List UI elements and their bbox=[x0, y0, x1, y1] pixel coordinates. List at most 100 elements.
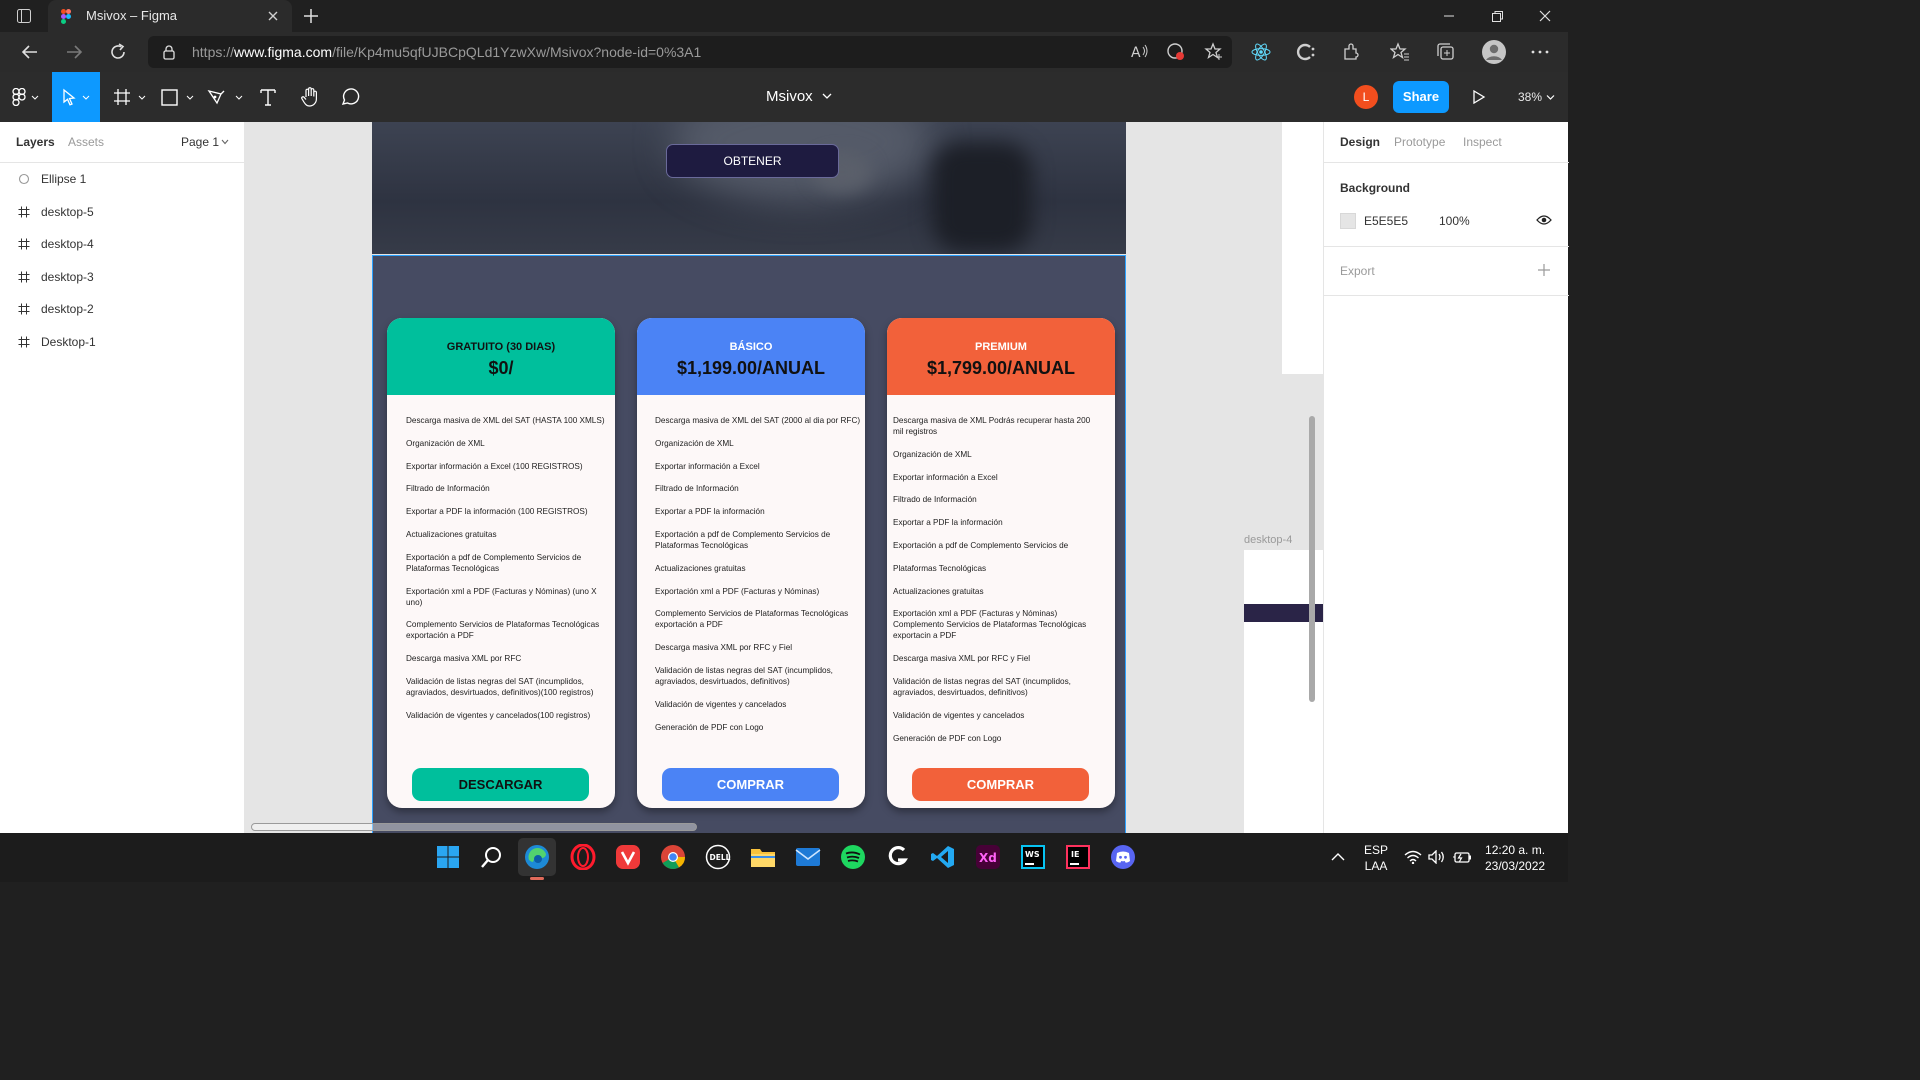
vivaldi-browser-icon[interactable] bbox=[614, 843, 642, 871]
back-icon[interactable] bbox=[20, 42, 40, 62]
chevron-down-icon[interactable] bbox=[822, 92, 832, 100]
chevron-up-icon[interactable] bbox=[1331, 852, 1345, 862]
layer-item[interactable]: desktop-4 bbox=[0, 228, 245, 261]
vscode-icon[interactable] bbox=[929, 843, 957, 871]
wifi-icon[interactable] bbox=[1404, 850, 1422, 864]
frame-tool[interactable] bbox=[110, 72, 150, 122]
zoom-level[interactable]: 38% bbox=[1518, 90, 1542, 104]
page-selector[interactable]: Page 1 bbox=[181, 135, 219, 149]
spotify-icon[interactable] bbox=[839, 843, 867, 871]
feature-item: Filtrado de Información bbox=[655, 484, 739, 494]
chrome-browser-icon[interactable] bbox=[659, 843, 687, 871]
volume-icon[interactable] bbox=[1428, 850, 1446, 864]
properties-panel: Design Prototype Inspect Background E5E5… bbox=[1323, 122, 1569, 833]
frame-label-desktop-4[interactable]: desktop-4 bbox=[1244, 534, 1292, 546]
adobe-xd-icon[interactable]: Xd bbox=[974, 843, 1002, 871]
pricing-section-frame[interactable]: GRATUITO (30 DIAS) $0/ Descarga masiva d… bbox=[372, 255, 1126, 833]
layer-item[interactable]: Desktop-1 bbox=[0, 326, 245, 359]
app-g-icon[interactable] bbox=[884, 843, 912, 871]
tab-inspect[interactable]: Inspect bbox=[1463, 135, 1502, 149]
minimize-icon[interactable] bbox=[1441, 8, 1457, 24]
pricing-card-basic[interactable]: BÁSICO $1,199.00/ANUAL Descarga masiva d… bbox=[637, 318, 865, 808]
adjacent-frame[interactable] bbox=[1282, 122, 1323, 374]
system-clock[interactable]: 12:20 a. m. 23/03/2022 bbox=[1485, 842, 1545, 874]
favorites-icon[interactable] bbox=[1390, 42, 1410, 62]
layer-item[interactable]: desktop-2 bbox=[0, 293, 245, 326]
clock-date: 23/03/2022 bbox=[1485, 859, 1546, 873]
svg-text:A: A bbox=[1131, 45, 1141, 61]
url-field[interactable]: https://www.figma.com/file/Kp4mu5qfUJBCp… bbox=[148, 36, 1232, 68]
background-opacity-value[interactable]: 100% bbox=[1439, 214, 1470, 228]
search-icon[interactable] bbox=[478, 843, 506, 871]
layer-item[interactable]: desktop-3 bbox=[0, 261, 245, 294]
tab-design[interactable]: Design bbox=[1340, 135, 1380, 149]
edge-browser-icon[interactable] bbox=[518, 838, 556, 876]
refresh-icon[interactable] bbox=[108, 42, 128, 62]
feature-list: Descarga masiva de XML Podrás recuperar … bbox=[893, 415, 1099, 755]
background-color-swatch[interactable] bbox=[1340, 213, 1356, 229]
mail-icon[interactable] bbox=[794, 843, 822, 871]
discord-icon[interactable] bbox=[1109, 843, 1137, 871]
present-play-icon[interactable] bbox=[1472, 90, 1486, 104]
descargar-button[interactable]: DESCARGAR bbox=[412, 768, 589, 801]
move-tool[interactable] bbox=[52, 72, 100, 122]
hero-section-frame[interactable]: OBTENER bbox=[372, 122, 1126, 254]
file-name[interactable]: Msivox bbox=[766, 88, 813, 105]
opera-browser-icon[interactable] bbox=[569, 843, 597, 871]
layer-item[interactable]: Ellipse 1 bbox=[0, 163, 245, 196]
main-menu-button[interactable] bbox=[6, 72, 46, 122]
react-devtools-icon[interactable] bbox=[1251, 42, 1271, 62]
profile-avatar-icon[interactable] bbox=[1482, 40, 1506, 64]
tracking-prevention-icon[interactable] bbox=[1166, 42, 1186, 62]
plan-name: BÁSICO bbox=[729, 341, 773, 353]
more-menu-icon[interactable] bbox=[1530, 42, 1550, 62]
background-hex-value[interactable]: E5E5E5 bbox=[1364, 214, 1408, 228]
zoom-chevron-icon[interactable] bbox=[1546, 94, 1555, 101]
favorite-add-icon[interactable] bbox=[1204, 42, 1224, 62]
pricing-card-premium[interactable]: PREMIUM $1,799.00/ANUAL Descarga masiva … bbox=[887, 318, 1115, 808]
windows-start-icon[interactable] bbox=[434, 843, 462, 871]
text-tool[interactable] bbox=[254, 72, 282, 122]
browser-tab-active[interactable]: Msivox – Figma bbox=[48, 0, 292, 32]
file-explorer-icon[interactable] bbox=[749, 843, 777, 871]
eye-icon[interactable] bbox=[1536, 214, 1552, 226]
restore-icon[interactable] bbox=[1489, 8, 1505, 24]
comment-tool[interactable] bbox=[336, 72, 364, 122]
dell-icon[interactable]: DELL bbox=[704, 843, 732, 871]
hand-tool[interactable] bbox=[296, 72, 324, 122]
share-button[interactable]: Share bbox=[1393, 81, 1449, 113]
close-tab-icon[interactable] bbox=[266, 9, 280, 23]
horizontal-scrollbar[interactable] bbox=[251, 823, 697, 831]
webstorm-icon[interactable]: WS bbox=[1019, 843, 1047, 871]
pricing-card-free[interactable]: GRATUITO (30 DIAS) $0/ Descarga masiva d… bbox=[387, 318, 615, 808]
feature-item: Exportar información a Excel bbox=[655, 461, 760, 471]
collections-icon[interactable] bbox=[1436, 42, 1456, 62]
lock-icon[interactable] bbox=[162, 44, 176, 60]
frame-icon bbox=[18, 206, 30, 218]
pen-tool[interactable] bbox=[206, 72, 246, 122]
close-window-icon[interactable] bbox=[1537, 8, 1553, 24]
user-avatar[interactable]: L bbox=[1354, 85, 1378, 109]
shape-tool[interactable] bbox=[158, 72, 198, 122]
comprar-premium-button[interactable]: COMPRAR bbox=[912, 768, 1089, 801]
intellij-icon[interactable]: IE bbox=[1064, 843, 1092, 871]
obtener-button[interactable]: OBTENER bbox=[666, 144, 839, 178]
comprar-basic-button[interactable]: COMPRAR bbox=[662, 768, 839, 801]
tab-prototype[interactable]: Prototype bbox=[1394, 135, 1445, 149]
tab-actions-icon[interactable] bbox=[16, 8, 32, 24]
layer-item[interactable]: desktop-5 bbox=[0, 196, 245, 229]
page-chevron-icon[interactable] bbox=[221, 139, 229, 145]
tab-assets[interactable]: Assets bbox=[68, 135, 104, 149]
design-canvas[interactable]: OBTENER GRATUITO (30 DIAS) $0/ Descarga … bbox=[245, 122, 1323, 833]
new-tab-icon[interactable] bbox=[303, 8, 319, 24]
layer-name: desktop-5 bbox=[41, 204, 94, 219]
read-aloud-icon[interactable]: A bbox=[1130, 42, 1150, 62]
extensions-icon[interactable] bbox=[1341, 42, 1361, 62]
vertical-scrollbar[interactable] bbox=[1309, 416, 1315, 702]
tab-layers[interactable]: Layers bbox=[16, 135, 55, 149]
forward-icon[interactable] bbox=[64, 42, 84, 62]
extension-icon[interactable] bbox=[1296, 42, 1316, 62]
input-language[interactable]: ESP LAA bbox=[1364, 842, 1388, 874]
battery-charging-icon[interactable] bbox=[1452, 850, 1472, 864]
plus-icon[interactable] bbox=[1537, 263, 1551, 277]
